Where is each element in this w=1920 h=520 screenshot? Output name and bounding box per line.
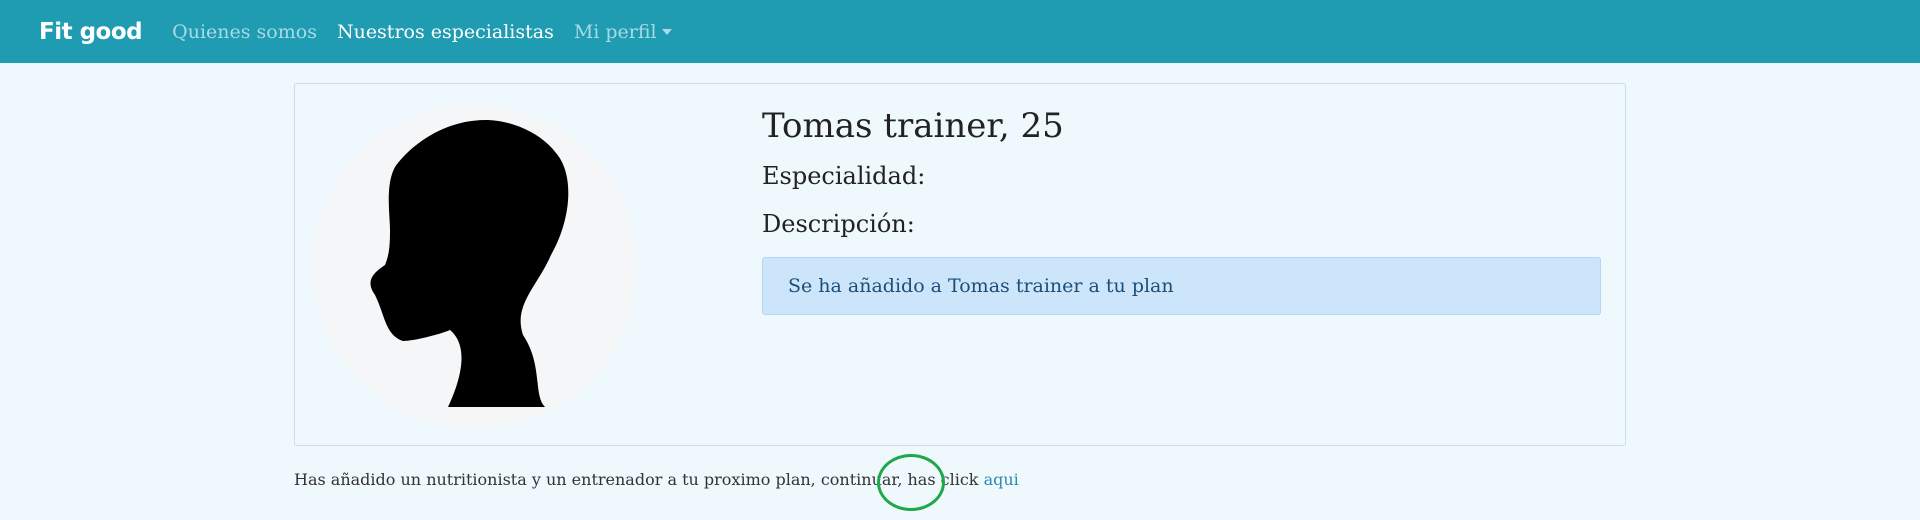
nav-dropdown-label: Mi perfil — [573, 20, 657, 43]
navbar: Fit good Quienes somos Nuestros especial… — [0, 0, 1920, 63]
highlight-circle — [877, 454, 945, 511]
brand-logo[interactable]: Fit good — [39, 19, 143, 45]
continue-link[interactable]: aqui — [984, 470, 1019, 489]
success-alert: Se ha añadido a Tomas trainer a tu plan — [762, 257, 1601, 315]
profile-info: Tomas trainer, 25 Especialidad: Descripc… — [762, 106, 1602, 315]
nav-link-quienes-somos[interactable]: Quienes somos — [172, 21, 317, 43]
caret-down-icon — [661, 28, 672, 35]
avatar — [313, 105, 637, 429]
nav-link-especialistas[interactable]: Nuestros especialistas — [337, 21, 554, 43]
specialist-card: Tomas trainer, 25 Especialidad: Descripc… — [294, 83, 1626, 446]
nav-dropdown-mi-perfil[interactable]: Mi perfil — [574, 21, 672, 43]
description-label: Descripción: — [762, 210, 915, 238]
specialty-label: Especialidad: — [762, 162, 926, 190]
head-silhouette-icon — [370, 119, 569, 408]
profile-title: Tomas trainer, 25 — [762, 106, 1064, 146]
